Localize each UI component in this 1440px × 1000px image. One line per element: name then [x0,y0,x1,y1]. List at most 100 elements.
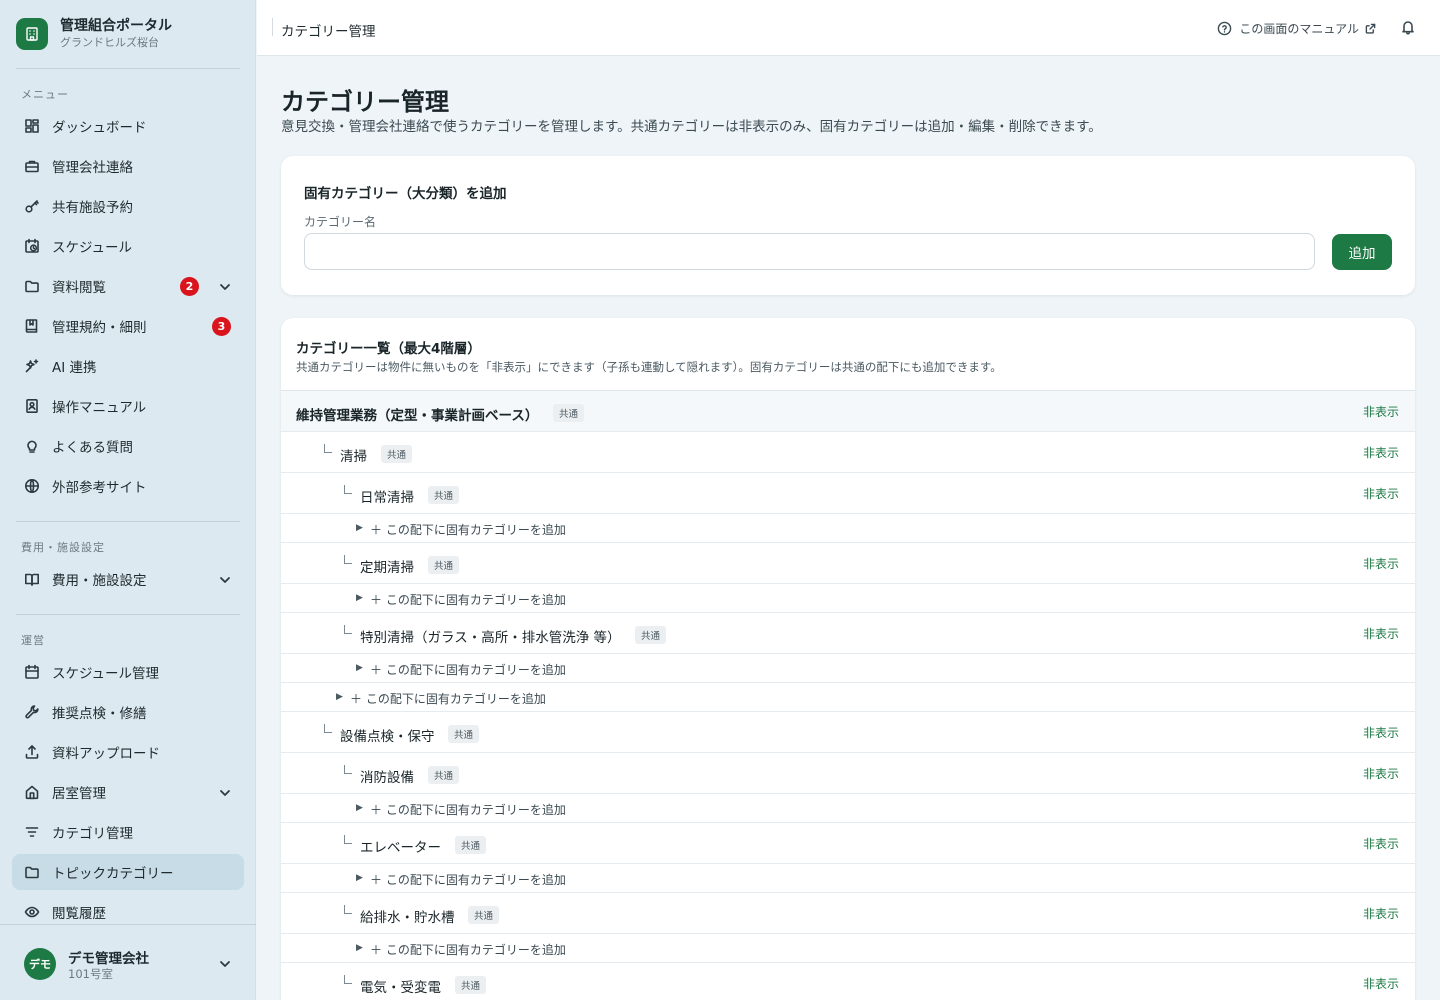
section-label-cost: 費用・施設設定 [21,541,105,554]
sidebar-item-label: 共有施設予約 [52,200,133,216]
category-row: 定期清掃 共通 非表示 [281,543,1415,584]
sparkles-icon [24,358,40,374]
add-child-category-label: ＋ この配下に固有カテゴリーを追加 [370,943,566,957]
sidebar-item-11[interactable]: スケジュール管理 [12,654,244,690]
app-root: 管理組合ポータル グランドヒルズ桜台 メニュー ダッシュボード 管理会社連絡 共有施… [0,0,1440,1000]
category-name: 給排水・貯水槽 [360,910,455,926]
sidebar-item-5[interactable]: 管理規約・細則 3 [12,308,244,344]
sidebar-item-12[interactable]: 推奨点検・修繕 [12,694,244,730]
common-tag: 共通 [428,766,460,784]
manual-icon [24,398,40,414]
common-tag: 共通 [553,404,585,422]
sidebar-item-14[interactable]: 居室管理 [12,774,244,810]
user-menu[interactable]: デモ デモ管理会社 101号室 [0,924,256,1000]
chevron-down-icon[interactable] [218,572,232,586]
common-tag: 共通 [448,725,480,743]
tree-branch-icon [344,905,352,914]
hide-button[interactable]: 非表示 [1363,724,1399,741]
sidebar-item-4[interactable]: 資料閲覧 2 [12,268,244,304]
globe-icon [24,478,40,494]
sidebar-item-label: カテゴリ管理 [52,826,133,842]
sidebar-item-6[interactable]: AI 連携 [12,348,244,384]
briefcase-icon [24,158,40,174]
add-child-category-toggle[interactable]: ▶ ＋ この配下に固有カテゴリーを追加 [281,683,1415,712]
sidebar-item-label: 管理会社連絡 [52,160,133,176]
calendar-icon [24,664,40,680]
category-list-card: カテゴリー一覧（最大4階層） 共通カテゴリーは物件に無いものを「非表示」にできま… [281,318,1415,1000]
add-child-category-toggle[interactable]: ▶ ＋ この配下に固有カテゴリーを追加 [281,584,1415,613]
sidebar-item-label: 資料閲覧 [52,280,106,296]
expand-arrow-icon: ▶ [356,943,363,953]
category-name-label: カテゴリー名 [304,215,377,229]
hide-button[interactable]: 非表示 [1363,403,1399,420]
add-child-category-label: ＋ この配下に固有カテゴリーを追加 [370,663,566,677]
page-description: 意見交換・管理会社連絡で使うカテゴリーを管理します。共通カテゴリーは非表示のみ、… [281,119,1102,135]
category-tree: 維持管理業務（定型・事業計画ベース） 共通 非表示 清掃 共通 非表示 日常清掃 共通 非表示 ▶… [281,390,1415,1000]
user-name: デモ管理会社 [68,951,149,967]
add-child-category-label: ＋ この配下に固有カテゴリーを追加 [370,873,566,887]
category-name-input[interactable] [304,233,1315,270]
hide-button[interactable]: 非表示 [1363,485,1399,502]
hide-button[interactable]: 非表示 [1363,765,1399,782]
tree-branch-icon [344,975,352,984]
add-category-button[interactable]: 追加 [1332,234,1392,270]
filter-icon [24,824,40,840]
sidebar-item-10[interactable]: 費用・施設設定 [12,561,244,597]
category-row: 電気・受変電 共通 非表示 [281,963,1415,1000]
page-title: カテゴリー管理 [281,88,449,116]
sidebar-item-15[interactable]: カテゴリ管理 [12,814,244,850]
sidebar-item-16[interactable]: トピックカテゴリー [12,854,244,890]
sidebar-item-7[interactable]: 操作マニュアル [12,388,244,424]
sidebar-item-1[interactable]: 管理会社連絡 [12,148,244,184]
user-room: 101号室 [68,967,113,981]
sidebar-item-label: トピックカテゴリー [52,866,174,882]
category-list-description: 共通カテゴリーは物件に無いものを「非表示」にできます（子孫も連動して隠れます）。… [296,360,1002,374]
category-row: 日常清掃 共通 非表示 [281,473,1415,514]
sidebar-item-8[interactable]: よくある質問 [12,428,244,464]
hide-button[interactable]: 非表示 [1363,555,1399,572]
add-child-category-toggle[interactable]: ▶ ＋ この配下に固有カテゴリーを追加 [281,514,1415,543]
open-book-icon [24,571,40,587]
bell-icon[interactable] [1400,19,1416,39]
building-logo-icon [16,18,48,50]
chevron-down-icon[interactable] [218,785,232,799]
manual-link[interactable]: この画面のマニュアル [1217,20,1376,37]
common-tag: 共通 [455,976,487,994]
chevron-down-icon[interactable] [218,279,232,293]
add-child-category-toggle[interactable]: ▶ ＋ この配下に固有カテゴリーを追加 [281,934,1415,963]
sidebar-item-13[interactable]: 資料アップロード [12,734,244,770]
category-name: 消防設備 [360,770,414,786]
upload-icon [24,744,40,760]
topbar-title: カテゴリー管理 [281,24,376,40]
category-name: 設備点検・保守 [340,729,435,745]
manual-link-label: この画面のマニュアル [1239,22,1359,36]
add-category-card: 固有カテゴリー（大分類）を追加 カテゴリー名 追加 [281,156,1415,295]
sidebar-item-0[interactable]: ダッシュボード [12,108,244,144]
hide-button[interactable]: 非表示 [1363,905,1399,922]
tree-branch-icon [344,485,352,494]
category-name: 日常清掃 [360,490,414,506]
sidebar-item-9[interactable]: 外部参考サイト [12,468,244,504]
lightbulb-icon [24,438,40,454]
add-child-category-toggle[interactable]: ▶ ＋ この配下に固有カテゴリーを追加 [281,864,1415,893]
category-row: 消防設備 共通 非表示 [281,753,1415,794]
sidebar-item-3[interactable]: スケジュール [12,228,244,264]
hide-button[interactable]: 非表示 [1363,975,1399,992]
wrench-icon [24,704,40,720]
hide-button[interactable]: 非表示 [1363,835,1399,852]
key-icon [24,198,40,214]
common-tag: 共通 [635,626,667,644]
expand-arrow-icon: ▶ [356,873,363,883]
brand[interactable]: 管理組合ポータル グランドヒルズ桜台 [16,18,172,50]
category-name: 清掃 [340,449,367,465]
tree-branch-icon [324,444,332,453]
common-tag: 共通 [455,836,487,854]
sidebar-item-label: 管理規約・細則 [52,320,147,336]
add-child-category-toggle[interactable]: ▶ ＋ この配下に固有カテゴリーを追加 [281,654,1415,683]
avatar: デモ [24,948,56,980]
hide-button[interactable]: 非表示 [1363,625,1399,642]
add-child-category-toggle[interactable]: ▶ ＋ この配下に固有カテゴリーを追加 [281,794,1415,823]
hide-button[interactable]: 非表示 [1363,444,1399,461]
sidebar-item-2[interactable]: 共有施設予約 [12,188,244,224]
folder-icon [24,864,40,880]
